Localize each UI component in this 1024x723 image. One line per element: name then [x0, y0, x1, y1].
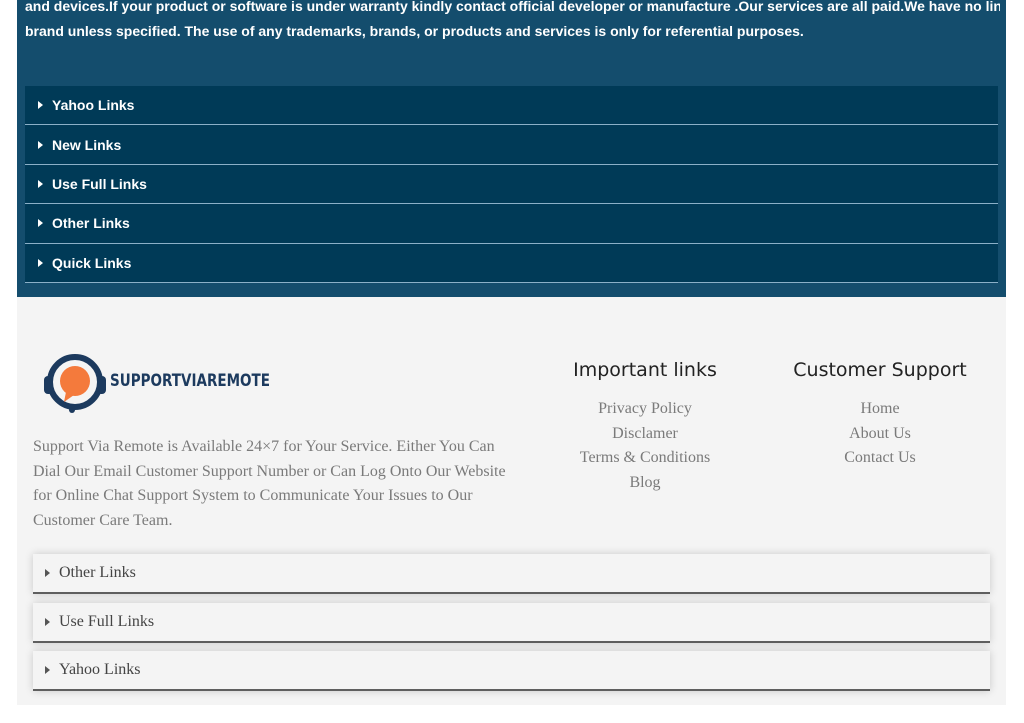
accordion-item-yahoo-links[interactable]: Yahoo Links	[33, 651, 990, 691]
accordion-item-other-links[interactable]: Other Links	[33, 554, 990, 594]
supportviaremote-logo[interactable]: SUPPORTVIAREMOTE	[44, 354, 284, 416]
customer-support-column: Customer Support Home About Us Contact U…	[790, 359, 970, 471]
accordion-item-use-full-links[interactable]: Use Full Links	[33, 602, 990, 643]
link-disclamer[interactable]: Disclamer	[565, 422, 725, 447]
accordion-item-new-links[interactable]: New Links	[25, 125, 998, 165]
footer: SUPPORTVIAREMOTE Support Via Remote is A…	[17, 297, 1006, 705]
link-blog[interactable]: Blog	[565, 471, 725, 496]
disclaimer-text: and devices.If your product or software …	[25, 0, 1000, 60]
disclaimer-line-1: and devices.If your product or software …	[25, 0, 1000, 14]
caret-right-icon	[45, 617, 50, 626]
important-links-column: Important links Privacy Policy Disclamer…	[565, 359, 725, 496]
link-privacy-policy[interactable]: Privacy Policy	[565, 397, 725, 422]
top-band: and devices.If your product or software …	[17, 0, 1006, 297]
accordion-label: Quick Links	[52, 254, 132, 271]
link-home[interactable]: Home	[790, 397, 970, 422]
caret-right-icon	[38, 101, 43, 110]
link-about-us[interactable]: About Us	[790, 422, 970, 447]
footer-links-accordion: Other Links Use Full Links Yahoo Links	[33, 554, 990, 700]
caret-right-icon	[38, 219, 43, 228]
accordion-label: New Links	[52, 136, 122, 153]
accordion-label: Use Full Links	[52, 175, 147, 192]
customer-support-title: Customer Support	[793, 359, 967, 381]
top-links-accordion: Yahoo Links New Links Use Full Links Oth…	[25, 86, 998, 283]
caret-right-icon	[38, 179, 43, 188]
accordion-label: Yahoo Links	[59, 661, 141, 678]
accordion-item-yahoo-links[interactable]: Yahoo Links	[25, 86, 998, 126]
about-text: Support Via Remote is Available 24×7 for…	[33, 438, 506, 530]
caret-right-icon	[45, 666, 50, 674]
accordion-item-quick-links[interactable]: Quick Links	[25, 243, 998, 283]
accordion-item-use-full-links[interactable]: Use Full Links	[25, 164, 998, 205]
accordion-item-other-links[interactable]: Other Links	[25, 204, 998, 244]
disclaimer-line-2: brand unless specified. The use of any t…	[25, 23, 804, 39]
caret-right-icon	[45, 569, 50, 577]
accordion-label: Yahoo Links	[52, 97, 135, 114]
caret-right-icon	[38, 258, 43, 267]
accordion-label: Other Links	[52, 215, 130, 232]
link-terms-conditions[interactable]: Terms & Conditions	[565, 446, 725, 471]
link-contact-us[interactable]: Contact Us	[790, 446, 970, 471]
logo-text: SUPPORTVIAREMOTE	[110, 371, 270, 391]
accordion-label: Use Full Links	[59, 612, 155, 630]
important-links-title: Important links	[573, 359, 717, 381]
caret-right-icon	[38, 140, 43, 149]
accordion-label: Other Links	[59, 564, 136, 581]
